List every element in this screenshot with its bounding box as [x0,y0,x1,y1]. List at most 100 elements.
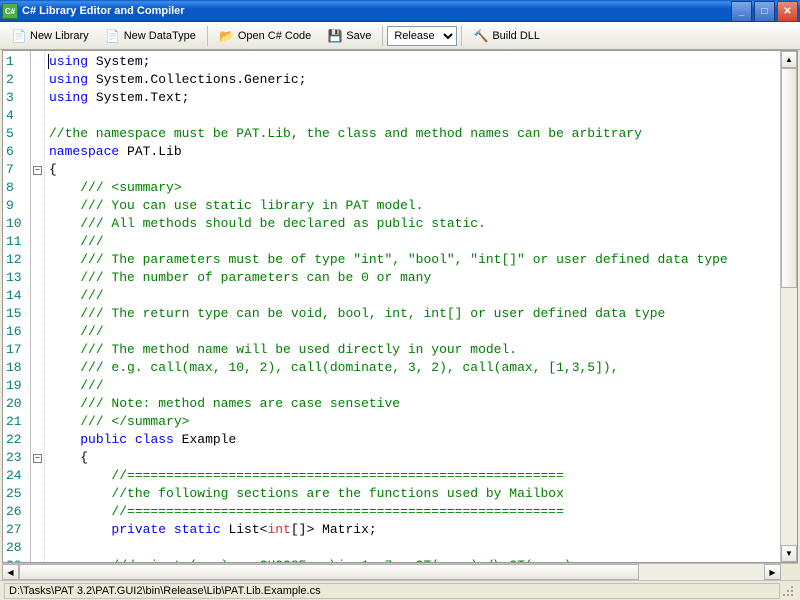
line-number: 8 [3,179,30,197]
toolbar: 📄 New Library 📄 New DataType 📂 Open C# C… [0,22,800,50]
fold-cell [31,179,44,197]
fold-cell [31,377,44,395]
line-number: 21 [3,413,30,431]
scroll-left-button[interactable]: ◀ [2,564,19,580]
code-line[interactable]: /// The method name will be used directl… [49,341,776,359]
resize-grip[interactable] [780,583,796,599]
fold-cell [31,539,44,557]
maximize-button[interactable]: □ [754,1,775,22]
code-line[interactable]: /// [49,323,776,341]
open-code-button[interactable]: 📂 Open C# Code [212,25,318,47]
fold-cell [31,413,44,431]
scroll-track[interactable] [19,564,764,580]
code-line[interactable]: //the following sections are the functio… [49,485,776,503]
scroll-down-button[interactable]: ▼ [781,545,797,562]
code-line[interactable]: using System.Collections.Generic; [49,71,776,89]
scroll-track[interactable] [781,68,797,545]
code-pane[interactable]: using System;using System.Collections.Ge… [45,51,780,562]
code-line[interactable]: //======================================… [49,503,776,521]
status-file-path: D:\Tasks\PAT 3.2\PAT.GUI2\bin\Release\Li… [4,583,780,599]
save-label: Save [346,30,371,42]
line-number: 19 [3,377,30,395]
scroll-thumb[interactable] [781,68,797,288]
app-icon: C# [2,3,18,19]
code-line[interactable]: { [49,449,776,467]
fold-cell [31,323,44,341]
horizontal-scrollbar[interactable]: ◀ ▶ [2,563,798,580]
new-datatype-icon: 📄 [105,28,121,44]
fold-cell [31,125,44,143]
scroll-up-button[interactable]: ▲ [781,51,797,68]
line-number: 25 [3,485,30,503]
line-number: 15 [3,305,30,323]
new-datatype-button[interactable]: 📄 New DataType [98,25,203,47]
new-datatype-label: New DataType [124,30,196,42]
code-line[interactable]: /// The parameters must be of type "int"… [49,251,776,269]
scroll-thumb[interactable] [19,564,639,580]
build-config-select[interactable]: Release [387,26,457,46]
code-line[interactable]: //dominate(v,w) == CHOOSE x \in 1..7 : G… [49,557,776,562]
save-icon: 💾 [327,28,343,44]
fold-cell [31,71,44,89]
minimize-button[interactable]: _ [731,1,752,22]
code-line[interactable]: /// </summary> [49,413,776,431]
code-line[interactable]: /// The number of parameters can be 0 or… [49,269,776,287]
titlebar: C# C# Library Editor and Compiler _ □ ✕ [0,0,800,22]
vertical-scrollbar[interactable]: ▲ ▼ [780,51,797,562]
scroll-right-button[interactable]: ▶ [764,564,781,580]
line-number: 12 [3,251,30,269]
code-line[interactable] [49,107,776,125]
scrollbar-corner [781,564,798,580]
build-dll-button[interactable]: 🔨 Build DLL [466,25,547,47]
fold-cell [31,53,44,71]
fold-toggle[interactable]: − [33,166,42,175]
line-number: 11 [3,233,30,251]
code-line[interactable]: /// The return type can be void, bool, i… [49,305,776,323]
fold-cell [31,521,44,539]
code-line[interactable]: /// [49,377,776,395]
code-line[interactable]: namespace PAT.Lib [49,143,776,161]
code-line[interactable]: public class Example [49,431,776,449]
window-title: C# Library Editor and Compiler [22,5,731,17]
line-number: 23 [3,449,30,467]
line-number: 16 [3,323,30,341]
code-line[interactable]: //======================================… [49,467,776,485]
code-line[interactable]: /// <summary> [49,179,776,197]
code-line[interactable]: /// You can use static library in PAT mo… [49,197,776,215]
fold-cell [31,233,44,251]
line-number: 7 [3,161,30,179]
line-number-gutter: 1234567891011121314151617181920212223242… [3,51,31,562]
fold-cell [31,467,44,485]
code-line[interactable]: //the namespace must be PAT.Lib, the cla… [49,125,776,143]
fold-cell: − [31,449,44,467]
line-number: 6 [3,143,30,161]
line-number: 1 [3,53,30,71]
fold-cell [31,251,44,269]
line-number: 13 [3,269,30,287]
line-number: 24 [3,467,30,485]
code-line[interactable]: /// [49,287,776,305]
code-line[interactable]: { [49,161,776,179]
code-line[interactable] [49,539,776,557]
fold-cell [31,485,44,503]
line-number: 5 [3,125,30,143]
code-line[interactable]: /// [49,233,776,251]
fold-toggle[interactable]: − [33,454,42,463]
new-library-button[interactable]: 📄 New Library [4,25,96,47]
line-number: 28 [3,539,30,557]
code-line[interactable]: private static List<int[]> Matrix; [49,521,776,539]
code-editor[interactable]: 1234567891011121314151617181920212223242… [2,50,798,563]
fold-column: −− [31,51,45,562]
line-number: 17 [3,341,30,359]
line-number: 20 [3,395,30,413]
save-button[interactable]: 💾 Save [320,25,378,47]
window-controls: _ □ ✕ [731,1,798,22]
line-number: 2 [3,71,30,89]
code-line[interactable]: /// e.g. call(max, 10, 2), call(dominate… [49,359,776,377]
close-button[interactable]: ✕ [777,1,798,22]
code-line[interactable]: /// All methods should be declared as pu… [49,215,776,233]
fold-cell [31,143,44,161]
code-line[interactable]: using System.Text; [49,89,776,107]
code-line[interactable]: using System; [49,53,776,71]
code-line[interactable]: /// Note: method names are case sensetiv… [49,395,776,413]
